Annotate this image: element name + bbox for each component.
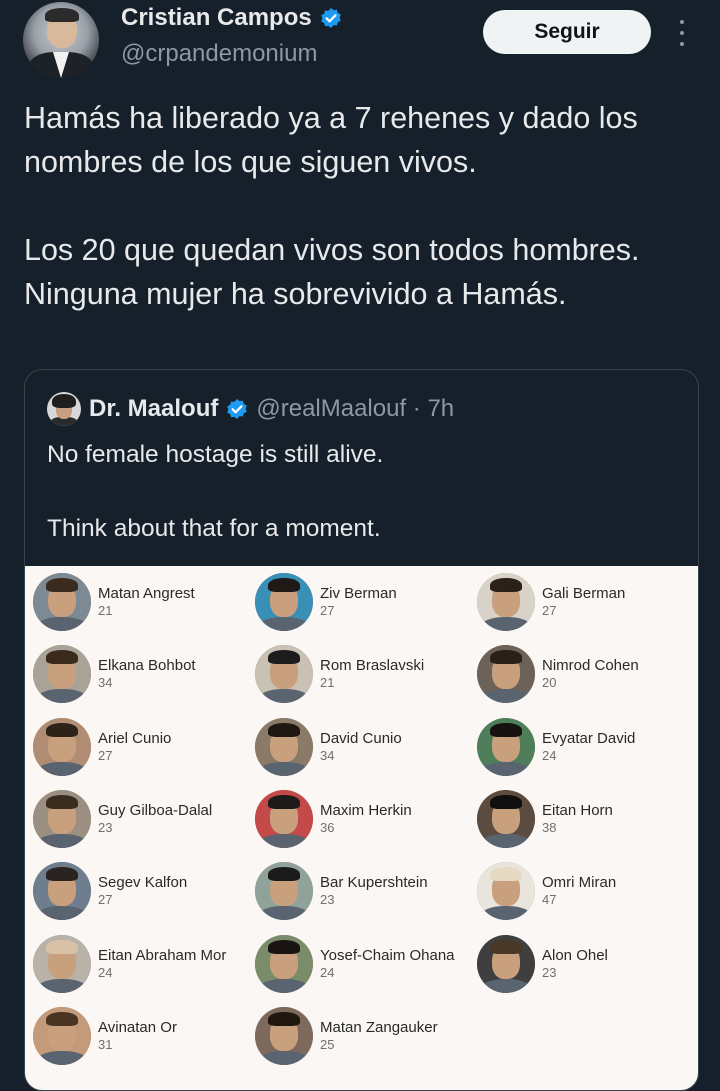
hostage-name: Eitan Abraham Mor [98,946,227,964]
hostage-photo [33,862,91,921]
hostage-name: Ziv Berman [320,585,397,602]
hostage-age: 23 [542,964,557,980]
hostage-age: 31 [98,1036,113,1052]
hostage-name: Bar Kupershtein [320,874,428,892]
hostage-age: 36 [320,819,335,835]
hostage-photo [255,934,313,993]
hostage-name: Maxim Herkin [320,801,412,819]
hostage-age: 27 [542,603,557,618]
hostage-photo [477,934,535,993]
hostage-name: Matan Zangauker [320,1018,438,1036]
hostage-age: 25 [320,1036,335,1052]
hostage-item: Rom Braslavski 21 [247,638,469,704]
hostage-list-image: Matan Angrest 21 Ziv Berman 27 Gali Berman 27… [25,566,698,1090]
hostage-item: Maxim Herkin 36 [247,783,469,848]
hostage-item: Segev Kalfon 27 [25,855,247,921]
quoted-author-avatar [47,392,81,426]
hostage-age: 47 [542,892,557,908]
hostage-photo [33,645,91,704]
hostage-age: 27 [98,747,113,763]
tweet-text: Hamás ha liberado ya a 7 rehenes y dado … [24,101,640,311]
hostage-photo [477,573,535,631]
hostage-name: Alon Ohel [542,946,608,964]
hostage-photo [255,789,313,848]
hostage-item: Eitan Abraham Mor 24 [25,928,247,993]
hostage-item: Eitan Horn 38 [469,783,691,848]
tweet-header: Cristian Campos @crpandemonium Seguir [0,0,720,90]
hostage-name: Nimrod Cohen [542,657,639,675]
hostage-name: Segev Kalfon [98,874,188,892]
hostage-item: Avinatan Or 31 [25,1000,247,1065]
hostage-photo [33,1006,91,1065]
quoted-author-handle-time: @realMaalouf · 7h [256,395,455,422]
hostage-photo [477,717,535,776]
hostage-name: Matan Angrest [98,585,195,602]
hostage-name: Evyatar David [542,729,636,747]
hostage-age: 38 [542,819,557,835]
hostage-photo [477,645,535,704]
hostage-item: Alon Ohel 23 [469,928,691,993]
author-handle[interactable]: @crpandemonium [121,40,317,68]
hostage-item: Omri Miran 47 [469,855,691,921]
hostage-photo [255,1006,313,1065]
hostage-item: Matan Zangauker 25 [247,1000,469,1065]
hostage-item: Nimrod Cohen 20 [469,638,691,704]
hostage-age: 27 [98,892,113,908]
hostage-photo [33,789,91,848]
hostage-name: Gali Berman [542,585,626,602]
hostage-item: David Cunio 34 [247,711,469,776]
quoted-tweet-header: Dr. Maalouf @realMaalouf · 7h [47,392,454,426]
hostage-item: Matan Angrest 21 [25,566,247,631]
hostage-age: 27 [320,603,335,618]
hostage-name: Elkana Bohbot [98,657,196,675]
hostage-photo [255,717,313,776]
hostage-item: Guy Gilboa-Dalal 23 [25,783,247,848]
hostage-photo [33,717,91,776]
hostage-age: 20 [542,675,557,691]
hostage-age: 21 [320,675,335,691]
hostage-item: Evyatar David 24 [469,711,691,776]
hostage-photo [477,862,535,921]
hostage-photo [477,789,535,848]
hostage-name: Yosef-Chaim Ohana [320,946,455,964]
hostage-item: Ziv Berman 27 [247,566,469,631]
author-avatar[interactable] [23,2,99,78]
more-options-icon[interactable] [672,20,692,46]
hostage-age: 34 [98,675,113,691]
follow-button[interactable]: Seguir [483,10,651,54]
author-name[interactable]: Cristian Campos [121,4,312,32]
hostage-photo [33,934,91,993]
quoted-author-name: Dr. Maalouf [89,395,219,422]
hostage-name: Eitan Horn [542,801,613,819]
hostage-name: Omri Miran [542,874,617,892]
hostage-name: David Cunio [320,729,402,747]
author-name-row: Cristian Campos [121,4,342,32]
hostage-age: 21 [98,603,113,618]
hostage-age: 24 [98,964,113,980]
hostage-item: Elkana Bohbot 34 [25,638,247,704]
quoted-tweet[interactable]: Dr. Maalouf @realMaalouf · 7h No female … [24,369,699,1091]
hostage-item: Gali Berman 27 [469,566,691,631]
hostage-item: Ariel Cunio 27 [25,711,247,776]
hostage-photo [33,573,91,631]
hostage-photo [255,645,313,704]
hostage-item: Bar Kupershtein 23 [247,855,469,921]
hostage-photo [255,573,313,631]
hostage-name: Rom Braslavski [320,657,425,675]
hostage-name: Guy Gilboa-Dalal [98,801,213,819]
hostage-age: 24 [542,747,557,763]
verified-badge-icon [227,399,248,419]
hostage-age: 23 [320,892,335,908]
verified-badge-icon [320,8,341,28]
hostage-name: Ariel Cunio [98,729,172,747]
quoted-tweet-text: No female hostage is still alive. Think … [47,441,384,542]
hostage-item: Yosef-Chaim Ohana 24 [247,928,469,993]
hostage-photo [255,862,313,921]
hostage-age: 34 [320,747,335,763]
hostage-name: Avinatan Or [98,1018,177,1036]
hostage-age: 23 [98,819,113,835]
hostage-age: 24 [320,964,335,980]
